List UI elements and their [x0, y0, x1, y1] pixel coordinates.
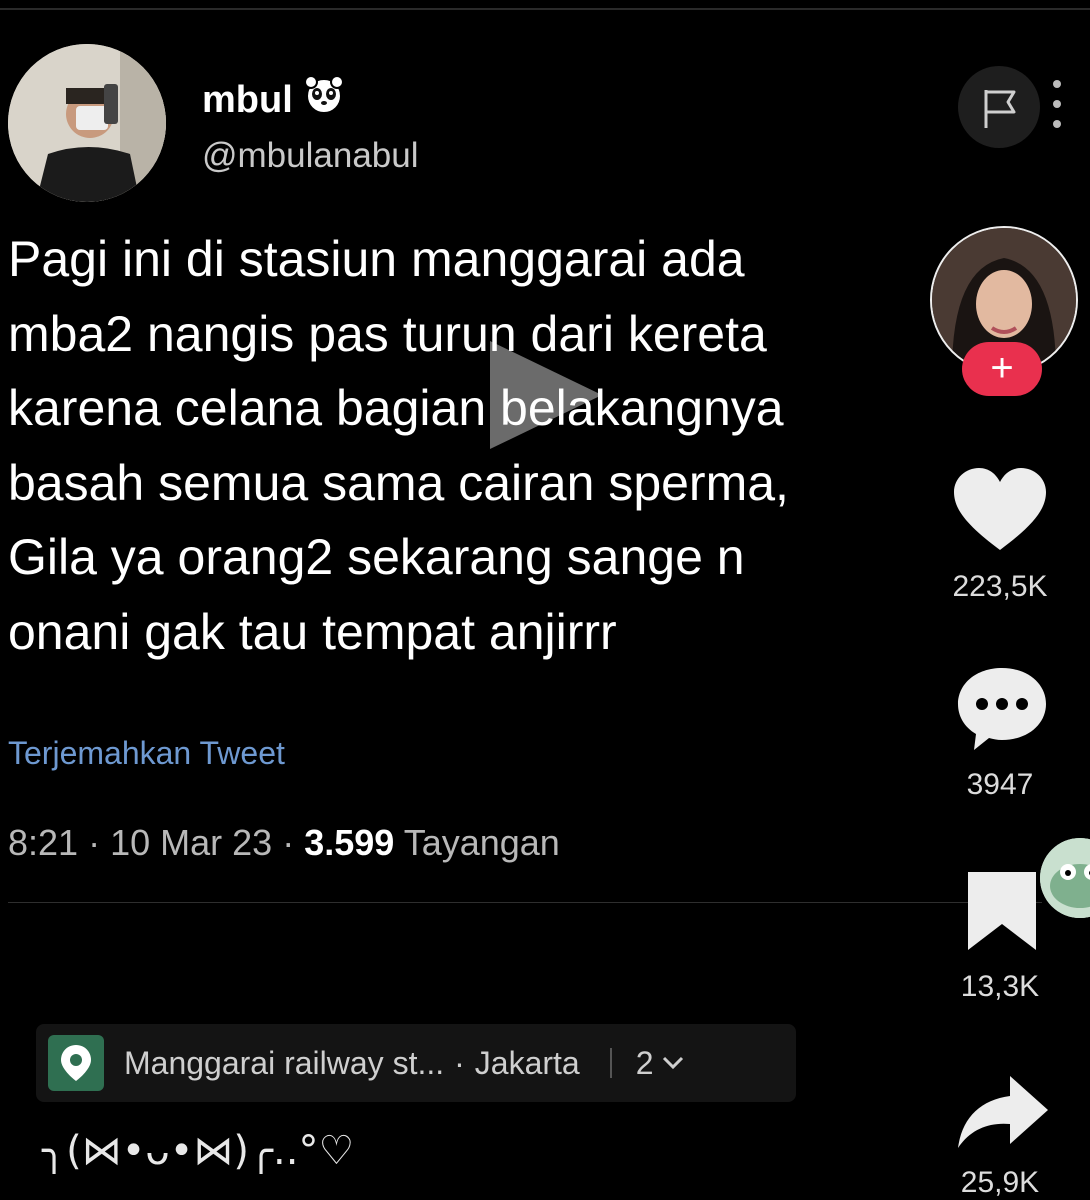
- comment-icon: [958, 668, 1046, 750]
- shares-count: 25,9K: [960, 1166, 1040, 1199]
- tweet-text: Pagi ini di stasiun manggarai ada mba2 n…: [8, 231, 789, 660]
- report-button[interactable]: [958, 66, 1040, 148]
- location-pin-icon: [48, 1035, 104, 1091]
- location-city: Jakarta: [474, 1044, 580, 1081]
- author-handle[interactable]: @mbulanabul: [202, 136, 419, 176]
- meta-separator: ·: [282, 822, 295, 863]
- more-options-button[interactable]: [1050, 74, 1064, 134]
- views-count: 3.599: [304, 822, 395, 863]
- chevron-down-icon: [662, 1056, 683, 1070]
- comments-count: 3947: [966, 768, 1034, 801]
- share-button[interactable]: [952, 1066, 1052, 1166]
- like-button[interactable]: [950, 462, 1050, 562]
- location-divider: [609, 1048, 612, 1078]
- author-name-row: mbul: [202, 74, 345, 126]
- comment-button[interactable]: [952, 660, 1052, 760]
- views-label: Tayangan: [403, 822, 560, 863]
- tweet-meta: 8:21 · 10 Mar 23 · 3.599 Tayangan: [8, 822, 560, 864]
- top-divider: [0, 8, 1090, 10]
- tweet-date: 10 Mar 23: [110, 822, 273, 863]
- meta-separator: ·: [88, 822, 101, 863]
- location-chip[interactable]: Manggarai railway st... · Jakarta 2: [36, 1024, 796, 1102]
- tweet-time: 8:21: [8, 822, 79, 863]
- heart-icon: [954, 468, 1046, 550]
- play-icon[interactable]: [480, 335, 610, 455]
- follow-button[interactable]: +: [962, 342, 1042, 396]
- location-count: 2: [635, 1044, 654, 1081]
- panda-icon: [303, 74, 345, 126]
- location-separator: ·: [454, 1044, 465, 1081]
- share-icon: [958, 1076, 1048, 1148]
- bookmark-icon: [968, 872, 1036, 950]
- translate-tweet-link[interactable]: Terjemahkan Tweet: [8, 735, 285, 772]
- likes-count: 223,5K: [952, 570, 1048, 603]
- saves-count: 13,3K: [960, 970, 1040, 1003]
- tweet-divider: [8, 902, 1042, 903]
- flag-icon: [984, 90, 1016, 128]
- video-caption: ╮(⋈•ᴗ•⋈)╭..°♡: [42, 1128, 355, 1174]
- location-name: Manggarai railway st...: [124, 1044, 445, 1081]
- kebab-icon: [1053, 80, 1061, 128]
- author-display-name[interactable]: mbul: [202, 79, 293, 122]
- location-count-dropdown[interactable]: 2: [636, 1045, 684, 1082]
- save-button[interactable]: [952, 866, 1052, 966]
- author-avatar[interactable]: [8, 44, 166, 202]
